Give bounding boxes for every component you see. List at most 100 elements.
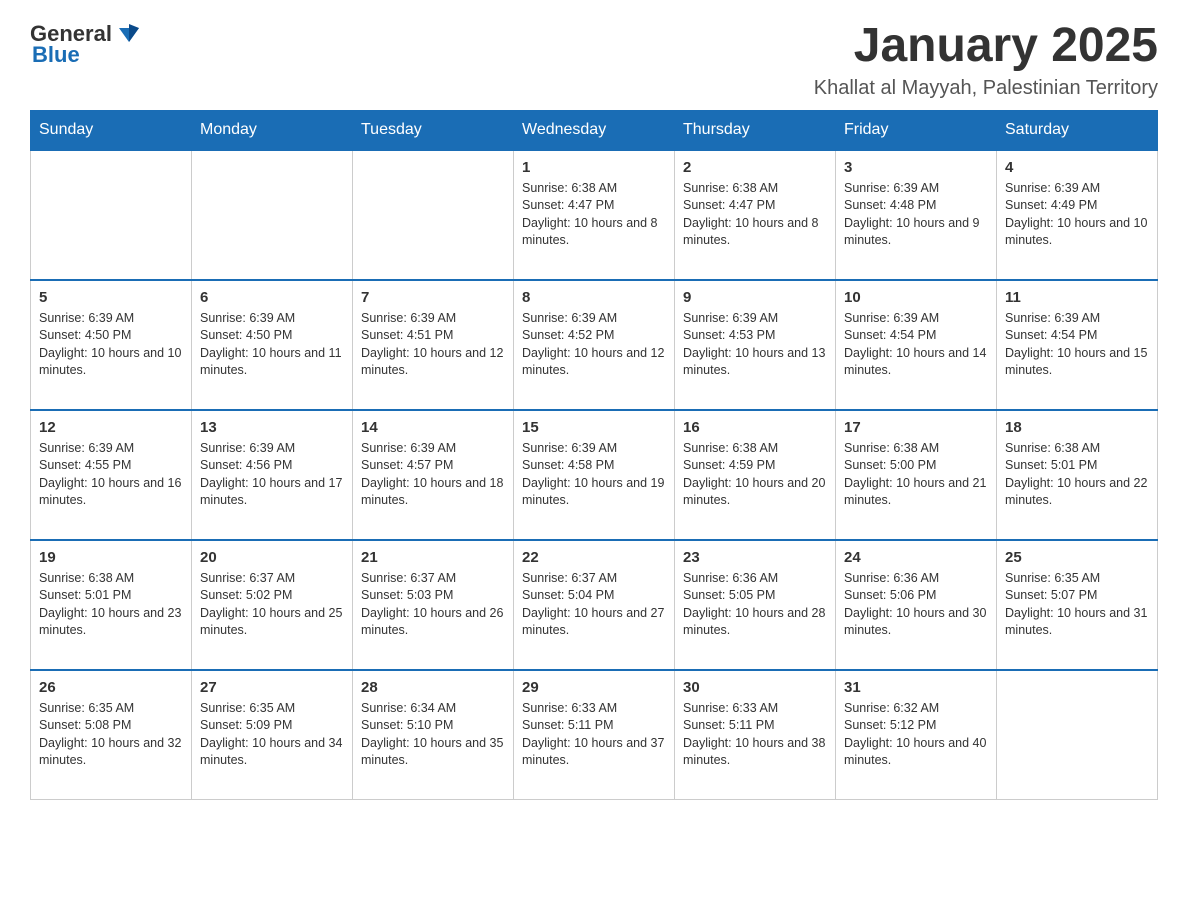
day-number: 27 [200, 679, 344, 696]
calendar-cell: 23 Sunrise: 6:36 AMSunset: 5:05 PMDayligh… [675, 540, 836, 670]
calendar-cell: 26Sunrise: 6:35 AMSunset: 5:08 PMDayligh… [31, 670, 192, 800]
day-number: 4 [1005, 159, 1149, 176]
calendar-cell: 5 Sunrise: 6:39 AMSunset: 4:50 PMDaylight… [31, 280, 192, 410]
calendar-cell: 13Sunrise: 6:39 AMSunset: 4:56 PMDayligh… [192, 410, 353, 540]
calendar-cell: 22 Sunrise: 6:37 AMSunset: 5:04 PMDayligh… [514, 540, 675, 670]
calendar-cell: 30 Sunrise: 6:33 AMSunset: 5:11 PMDayligh… [675, 670, 836, 800]
calendar-cell: 10Sunrise: 6:39 AMSunset: 4:54 PMDayligh… [836, 280, 997, 410]
day-number: 2 [683, 159, 827, 176]
calendar-cell: 15 Sunrise: 6:39 AMSunset: 4:58 PMDayligh… [514, 410, 675, 540]
calendar-cell [31, 150, 192, 280]
day-info: Sunrise: 6:37 AMSunset: 5:03 PMDaylight:… [361, 570, 505, 640]
day-info: Sunrise: 6:39 AMSunset: 4:54 PMDaylight:… [1005, 310, 1149, 380]
day-info: Sunrise: 6:38 AMSunset: 5:01 PMDaylight:… [1005, 440, 1149, 510]
calendar-week-4: 26Sunrise: 6:35 AMSunset: 5:08 PMDayligh… [31, 670, 1158, 800]
calendar-cell: 16 Sunrise: 6:38 AMSunset: 4:59 PMDayligh… [675, 410, 836, 540]
day-info: Sunrise: 6:39 AMSunset: 4:49 PMDaylight:… [1005, 180, 1149, 250]
page-header: General Blue January 2025 Khallat al May… [30, 20, 1158, 100]
calendar-table: SundayMondayTuesdayWednesdayThursdayFrid… [30, 110, 1158, 801]
weekday-header-wednesday: Wednesday [514, 110, 675, 150]
calendar-cell: 14Sunrise: 6:39 AMSunset: 4:57 PMDayligh… [353, 410, 514, 540]
calendar-cell: 28 Sunrise: 6:34 AMSunset: 5:10 PMDayligh… [353, 670, 514, 800]
location-subtitle: Khallat al Mayyah, Palestinian Territory [814, 77, 1158, 100]
day-info: Sunrise: 6:37 AMSunset: 5:04 PMDaylight:… [522, 570, 666, 640]
calendar-cell: 1 Sunrise: 6:38 AMSunset: 4:47 PMDaylight… [514, 150, 675, 280]
day-number: 30 [683, 679, 827, 696]
day-info: Sunrise: 6:39 AMSunset: 4:56 PMDaylight:… [200, 440, 344, 510]
day-info: Sunrise: 6:39 AMSunset: 4:55 PMDaylight:… [39, 440, 183, 510]
calendar-cell: 24Sunrise: 6:36 AMSunset: 5:06 PMDayligh… [836, 540, 997, 670]
calendar-cell [997, 670, 1158, 800]
day-info: Sunrise: 6:39 AMSunset: 4:58 PMDaylight:… [522, 440, 666, 510]
weekday-header-row: SundayMondayTuesdayWednesdayThursdayFrid… [31, 110, 1158, 150]
day-info: Sunrise: 6:39 AMSunset: 4:48 PMDaylight:… [844, 180, 988, 250]
day-number: 23 [683, 549, 827, 566]
day-number: 21 [361, 549, 505, 566]
calendar-cell: 19 Sunrise: 6:38 AMSunset: 5:01 PMDayligh… [31, 540, 192, 670]
day-info: Sunrise: 6:32 AMSunset: 5:12 PMDaylight:… [844, 700, 988, 770]
day-number: 12 [39, 419, 183, 436]
weekday-header-sunday: Sunday [31, 110, 192, 150]
calendar-cell: 7 Sunrise: 6:39 AMSunset: 4:51 PMDaylight… [353, 280, 514, 410]
day-info: Sunrise: 6:39 AMSunset: 4:50 PMDaylight:… [200, 310, 344, 380]
calendar-week-2: 12 Sunrise: 6:39 AMSunset: 4:55 PMDayligh… [31, 410, 1158, 540]
day-info: Sunrise: 6:38 AMSunset: 5:01 PMDaylight:… [39, 570, 183, 640]
day-number: 8 [522, 289, 666, 306]
calendar-cell: 3 Sunrise: 6:39 AMSunset: 4:48 PMDaylight… [836, 150, 997, 280]
calendar-cell: 25Sunrise: 6:35 AMSunset: 5:07 PMDayligh… [997, 540, 1158, 670]
calendar-cell: 17 Sunrise: 6:38 AMSunset: 5:00 PMDayligh… [836, 410, 997, 540]
calendar-cell: 31Sunrise: 6:32 AMSunset: 5:12 PMDayligh… [836, 670, 997, 800]
calendar-cell [192, 150, 353, 280]
day-number: 28 [361, 679, 505, 696]
day-number: 29 [522, 679, 666, 696]
day-number: 19 [39, 549, 183, 566]
calendar-cell: 4 Sunrise: 6:39 AMSunset: 4:49 PMDaylight… [997, 150, 1158, 280]
calendar-cell: 20 Sunrise: 6:37 AMSunset: 5:02 PMDayligh… [192, 540, 353, 670]
calendar-cell: 27Sunrise: 6:35 AMSunset: 5:09 PMDayligh… [192, 670, 353, 800]
day-info: Sunrise: 6:33 AMSunset: 5:11 PMDaylight:… [683, 700, 827, 770]
day-number: 22 [522, 549, 666, 566]
calendar-cell: 29 Sunrise: 6:33 AMSunset: 5:11 PMDayligh… [514, 670, 675, 800]
day-number: 20 [200, 549, 344, 566]
weekday-header-thursday: Thursday [675, 110, 836, 150]
calendar-cell: 6Sunrise: 6:39 AMSunset: 4:50 PMDaylight… [192, 280, 353, 410]
weekday-header-monday: Monday [192, 110, 353, 150]
day-number: 7 [361, 289, 505, 306]
day-number: 11 [1005, 289, 1149, 306]
logo-blue: Blue [32, 42, 80, 68]
weekday-header-friday: Friday [836, 110, 997, 150]
day-info: Sunrise: 6:39 AMSunset: 4:57 PMDaylight:… [361, 440, 505, 510]
day-info: Sunrise: 6:38 AMSunset: 4:47 PMDaylight:… [683, 180, 827, 250]
day-info: Sunrise: 6:35 AMSunset: 5:08 PMDaylight:… [39, 700, 183, 770]
calendar-cell: 9 Sunrise: 6:39 AMSunset: 4:53 PMDaylight… [675, 280, 836, 410]
day-number: 15 [522, 419, 666, 436]
day-info: Sunrise: 6:39 AMSunset: 4:52 PMDaylight:… [522, 310, 666, 380]
month-title: January 2025 [814, 20, 1158, 73]
day-info: Sunrise: 6:38 AMSunset: 4:59 PMDaylight:… [683, 440, 827, 510]
day-info: Sunrise: 6:39 AMSunset: 4:53 PMDaylight:… [683, 310, 827, 380]
day-number: 1 [522, 159, 666, 176]
day-number: 5 [39, 289, 183, 306]
day-number: 9 [683, 289, 827, 306]
day-info: Sunrise: 6:38 AMSunset: 5:00 PMDaylight:… [844, 440, 988, 510]
day-number: 16 [683, 419, 827, 436]
calendar-cell: 18Sunrise: 6:38 AMSunset: 5:01 PMDayligh… [997, 410, 1158, 540]
day-info: Sunrise: 6:39 AMSunset: 4:51 PMDaylight:… [361, 310, 505, 380]
day-info: Sunrise: 6:39 AMSunset: 4:54 PMDaylight:… [844, 310, 988, 380]
calendar-cell: 21 Sunrise: 6:37 AMSunset: 5:03 PMDayligh… [353, 540, 514, 670]
calendar-week-3: 19 Sunrise: 6:38 AMSunset: 5:01 PMDayligh… [31, 540, 1158, 670]
day-info: Sunrise: 6:33 AMSunset: 5:11 PMDaylight:… [522, 700, 666, 770]
day-info: Sunrise: 6:38 AMSunset: 4:47 PMDaylight:… [522, 180, 666, 250]
day-number: 17 [844, 419, 988, 436]
day-number: 3 [844, 159, 988, 176]
day-number: 24 [844, 549, 988, 566]
day-info: Sunrise: 6:34 AMSunset: 5:10 PMDaylight:… [361, 700, 505, 770]
weekday-header-tuesday: Tuesday [353, 110, 514, 150]
calendar-cell: 11 Sunrise: 6:39 AMSunset: 4:54 PMDayligh… [997, 280, 1158, 410]
logo: General Blue [30, 20, 143, 68]
title-section: January 2025 Khallat al Mayyah, Palestin… [814, 20, 1158, 100]
calendar-week-0: 1 Sunrise: 6:38 AMSunset: 4:47 PMDaylight… [31, 150, 1158, 280]
day-info: Sunrise: 6:39 AMSunset: 4:50 PMDaylight:… [39, 310, 183, 380]
day-info: Sunrise: 6:37 AMSunset: 5:02 PMDaylight:… [200, 570, 344, 640]
day-info: Sunrise: 6:36 AMSunset: 5:05 PMDaylight:… [683, 570, 827, 640]
